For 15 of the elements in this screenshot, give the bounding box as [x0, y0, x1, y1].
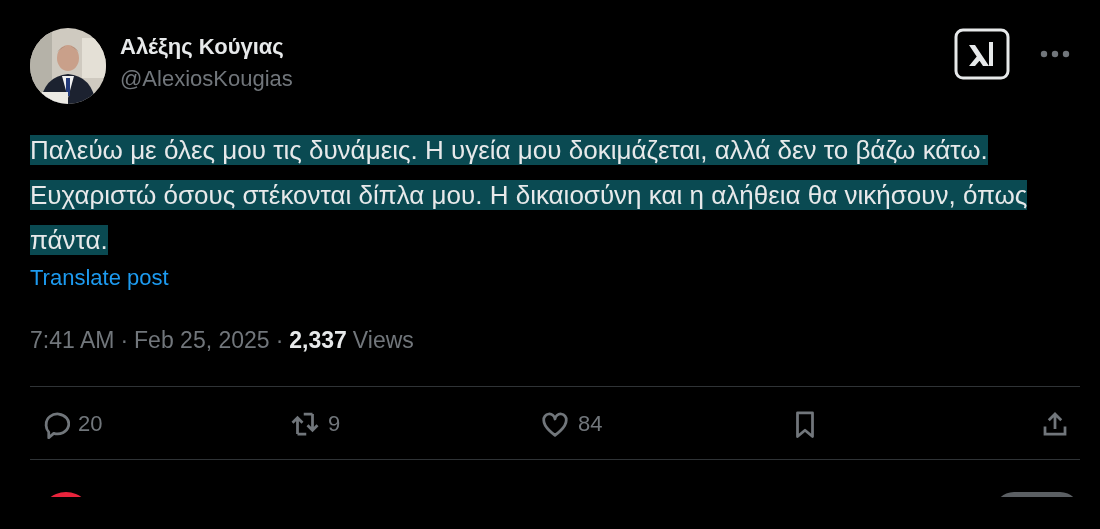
post-time: 7:41 AM — [30, 327, 115, 354]
author-handle[interactable]: @AlexiosKougias — [120, 66, 293, 92]
views-label: Views — [352, 327, 414, 354]
more-icon[interactable] — [1040, 50, 1070, 58]
action-count: 84 — [578, 411, 603, 437]
action-count: 20 — [78, 411, 103, 437]
translate-link[interactable]: Translate post — [30, 265, 169, 291]
post-text: Παλεύω με όλες μου τις δυνάμεις. Η υγεία μου δοκιμάζεται, αλλά δεν το βάζω κάτω. Ευχαριστώ όσους στέκονται δίπλα μου. Η δικαιοσύνη και η αλήθεια θα νικήσουν, όπως πάντα. — [30, 134, 1029, 257]
ai-logo-icon[interactable] — [954, 28, 1010, 80]
author-name[interactable]: Αλέξης Κούγιας — [120, 34, 293, 60]
views-count: 2,337 — [289, 327, 347, 354]
separator: · — [275, 327, 284, 354]
separator: · — [120, 327, 129, 354]
action-count: 9 — [328, 411, 341, 437]
post-date: Feb 25, 2025 — [134, 327, 270, 354]
